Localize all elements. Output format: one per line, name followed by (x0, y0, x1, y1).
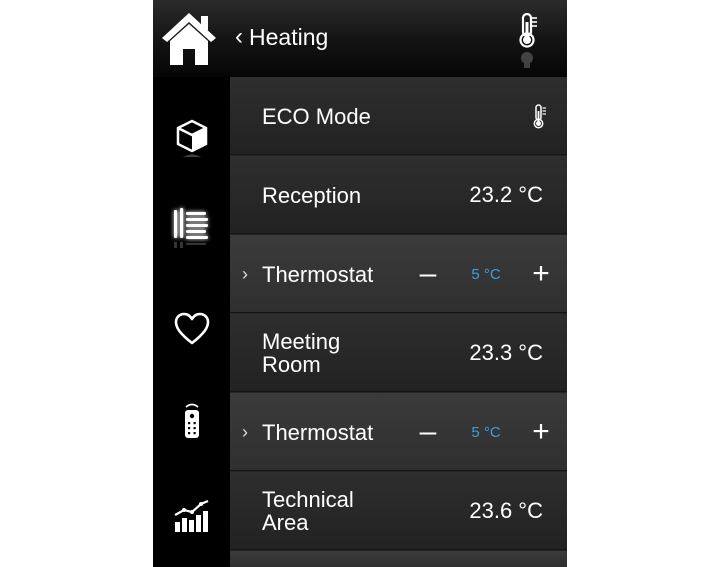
temperature-value: 23.6 °C (469, 498, 543, 523)
expand-icon[interactable]: › (242, 393, 248, 471)
row-label: Thermostat (262, 419, 374, 445)
cube-icon (176, 119, 207, 157)
sidebar-item-scenes[interactable] (153, 387, 230, 457)
row-label: Technical Area (262, 472, 422, 550)
top-bar: ‹ Heating (153, 0, 567, 77)
increase-button[interactable]: + (528, 393, 554, 471)
remote-icon (184, 403, 199, 438)
back-button[interactable]: ‹ Heating (235, 20, 328, 54)
sidebar-item-statistics[interactable] (153, 481, 230, 551)
list-item-partial[interactable] (230, 551, 567, 567)
expand-icon[interactable]: › (242, 235, 248, 313)
row-label: Thermostat (262, 261, 374, 287)
thermometer-icon (533, 104, 546, 129)
row-label: Meeting Room (262, 314, 422, 392)
temperature-value: 23.2 °C (469, 182, 543, 207)
decrease-button[interactable]: – (416, 393, 440, 471)
chevron-left-icon: ‹ (235, 23, 243, 50)
page-title: Heating (249, 23, 329, 50)
row-label-line: Room (262, 352, 321, 377)
radiator-icon (173, 208, 208, 248)
heart-icon (174, 312, 209, 345)
setpoint-value: 5 °C (471, 265, 501, 283)
list-item-reception[interactable]: Reception 23.2 °C (230, 156, 567, 234)
list-item-technical-area[interactable]: Technical Area 23.6 °C (230, 472, 567, 550)
row-label-line: Meeting (262, 329, 341, 354)
row-label-line: Technical (262, 487, 354, 512)
home-icon[interactable] (159, 9, 219, 67)
increase-button[interactable]: + (528, 235, 554, 313)
setpoint-value: 5 °C (471, 423, 501, 441)
sidebar-item-heating[interactable] (153, 191, 230, 261)
room-list: ECO Mode Reception 23.2 °C › Thermostat … (230, 77, 567, 567)
list-item-meeting-room[interactable]: Meeting Room 23.3 °C (230, 314, 567, 392)
sidebar-item-rooms[interactable] (153, 103, 230, 173)
chart-icon (173, 499, 208, 532)
list-item-eco-mode[interactable]: ECO Mode (230, 77, 567, 155)
row-label: Reception (262, 182, 362, 208)
sidebar-item-favorites[interactable] (153, 294, 230, 364)
sidebar (153, 77, 230, 567)
row-label: ECO Mode (262, 103, 371, 129)
list-item-thermostat[interactable]: › Thermostat – 5 °C + (230, 235, 567, 313)
thermometer-icon[interactable] (517, 12, 541, 68)
list-item-thermostat[interactable]: › Thermostat – 5 °C + (230, 393, 567, 471)
device-screen: ‹ Heating ECO Mode Reception 23.2 °C › T… (153, 0, 567, 567)
temperature-value: 23.3 °C (469, 340, 543, 365)
decrease-button[interactable]: – (416, 235, 440, 313)
row-label-line: Area (262, 510, 309, 535)
